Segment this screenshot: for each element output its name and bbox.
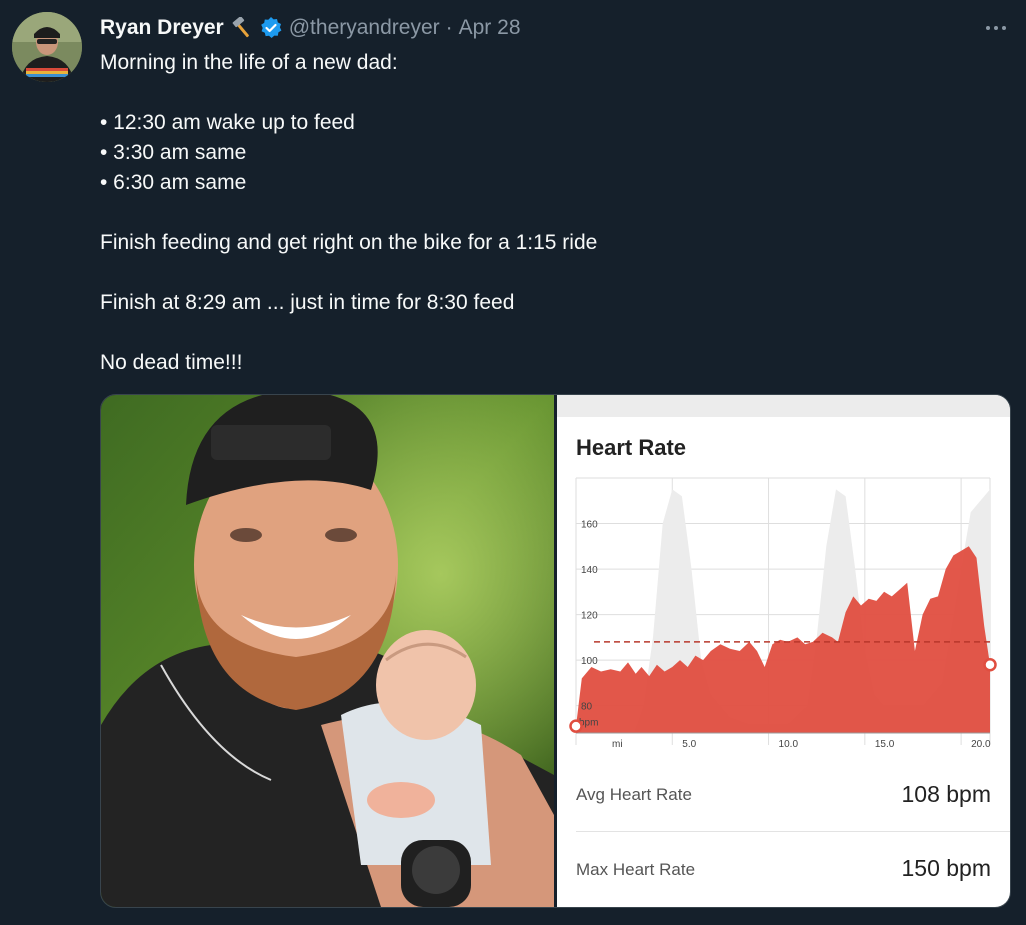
tweet-line [100, 198, 980, 228]
y-tick-label: 160 [581, 520, 598, 531]
tweet-header: Ryan Dreyer @theryandreyer · Apr 28 [100, 14, 521, 42]
tweet-line: • 3:30 am same [100, 141, 247, 164]
hammer-axe-icon [232, 17, 249, 38]
tweet-line: • 12:30 am wake up to feed [100, 111, 355, 134]
more-options-icon[interactable] [984, 18, 1008, 38]
y-tick-label: 100 [581, 656, 598, 667]
x-axis-label: mi [612, 739, 623, 750]
selfie-image [101, 395, 554, 907]
heart-rate-chart: 80100120140160bpmmi 5.0 10.0 15.0 20.0 [569, 477, 997, 750]
tweet-line [100, 78, 980, 108]
tweet-line: Morning in the life of a new dad: [100, 51, 398, 74]
avatar[interactable] [12, 12, 82, 82]
tweet-media[interactable]: Heart Rate 80 100 120 140 160 bpm mi 5.0 10.0 15.… [100, 394, 1011, 908]
tweet-line [100, 258, 980, 288]
author-name[interactable]: Ryan Dreyer [100, 16, 224, 40]
selfie-photo[interactable] [101, 395, 554, 907]
tweet-line: • 6:30 am same [100, 171, 247, 194]
tweet-line [100, 318, 980, 348]
y-tick-label: 140 [581, 565, 598, 576]
avg-heart-rate-value: 108 bpm [901, 781, 991, 807]
y-tick-label: 80 [581, 702, 593, 713]
tweet-date[interactable]: Apr 28 [459, 16, 521, 40]
tweet-line: Finish feeding and get right on the bike… [100, 231, 598, 254]
start-marker [569, 719, 583, 733]
author-handle[interactable]: @theryandreyer [289, 16, 440, 40]
stats-divider [576, 831, 1010, 832]
x-tick-label: 5.0 [682, 739, 696, 750]
heart-rate-screenshot[interactable]: Heart Rate 80 100 120 140 160 bpm mi 5.0 10.0 15.… [557, 395, 1010, 907]
tweet-text: Morning in the life of a new dad: • 12:3… [100, 48, 980, 378]
y-tick-label: 120 [581, 611, 598, 622]
x-tick-label: 20.0 [971, 739, 991, 750]
separator-dot: · [445, 16, 453, 39]
max-heart-rate-value: 150 bpm [901, 855, 991, 881]
avg-heart-rate-label: Avg Heart Rate [576, 785, 692, 804]
avatar-image [12, 12, 82, 82]
heart-rate-area [576, 546, 990, 733]
end-marker [983, 657, 997, 672]
max-heart-rate-label: Max Heart Rate [576, 860, 696, 879]
x-tick-label: 10.0 [779, 739, 799, 750]
tweet-line: No dead time!!! [100, 351, 243, 374]
tweet-line: Finish at 8:29 am ... just in time for 8… [100, 291, 515, 314]
verified-badge-icon [260, 17, 282, 38]
x-tick-label: 15.0 [875, 739, 895, 750]
